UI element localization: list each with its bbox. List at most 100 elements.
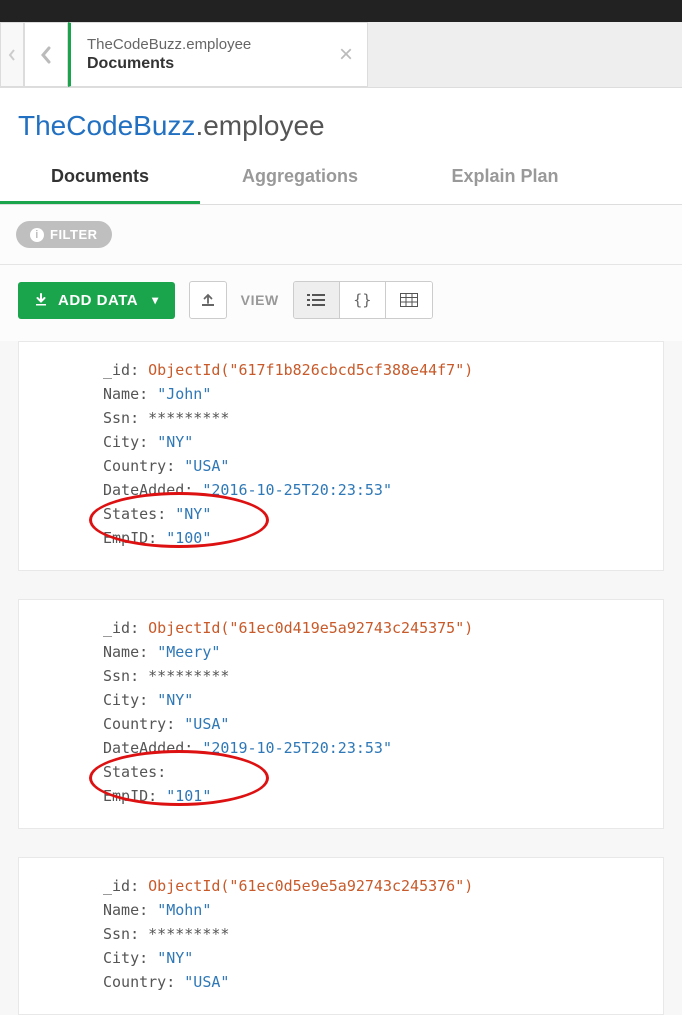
document-field: _id: ObjectId("617f1b826cbcd5cf388e44f7"… bbox=[103, 358, 645, 382]
colon: : bbox=[130, 361, 148, 379]
document-field: DateAdded: "2019-10-25T20:23:53" bbox=[103, 736, 645, 760]
document-field: Country: "USA" bbox=[103, 454, 645, 478]
list-icon bbox=[307, 293, 325, 307]
field-key: Name bbox=[103, 385, 139, 403]
field-key: _id bbox=[103, 619, 130, 637]
filter-pill[interactable]: i FILTER bbox=[16, 221, 112, 248]
field-value-masked: ********* bbox=[148, 409, 229, 427]
view-mode-group: {} bbox=[293, 281, 433, 319]
colon: : bbox=[130, 925, 148, 943]
colon: : bbox=[139, 949, 157, 967]
document-field: Ssn: ********* bbox=[103, 664, 645, 688]
namespace-header: TheCodeBuzz.employee bbox=[0, 88, 682, 152]
colon: : bbox=[130, 409, 148, 427]
field-value: "USA" bbox=[184, 715, 229, 733]
field-value: "John" bbox=[157, 385, 211, 403]
field-key: Country bbox=[103, 457, 166, 475]
field-value: "101" bbox=[166, 787, 211, 805]
colon: : bbox=[130, 619, 148, 637]
braces-icon: {} bbox=[353, 291, 371, 309]
field-value-masked: ********* bbox=[148, 925, 229, 943]
document-field: EmpID: "101" bbox=[103, 784, 645, 808]
document-field: Ssn: ********* bbox=[103, 406, 645, 430]
field-key: States bbox=[103, 763, 157, 781]
field-key: _id bbox=[103, 877, 130, 895]
download-icon bbox=[34, 293, 48, 307]
field-key: _id bbox=[103, 361, 130, 379]
field-key: EmpID bbox=[103, 787, 148, 805]
document-field: City: "NY" bbox=[103, 688, 645, 712]
field-value: "Mohn" bbox=[157, 901, 211, 919]
colon: : bbox=[139, 433, 157, 451]
field-key: Ssn bbox=[103, 409, 130, 427]
info-icon: i bbox=[30, 228, 44, 242]
document-field: _id: ObjectId("61ec0d419e5a92743c245375"… bbox=[103, 616, 645, 640]
export-icon bbox=[200, 292, 216, 308]
document-field: Name: "Meery" bbox=[103, 640, 645, 664]
tab-aggregations[interactable]: Aggregations bbox=[200, 152, 400, 204]
document-field: City: "NY" bbox=[103, 430, 645, 454]
field-value: "2016-10-25T20:23:53" bbox=[202, 481, 392, 499]
document-field: DateAdded: "2016-10-25T20:23:53" bbox=[103, 478, 645, 502]
colon: : bbox=[166, 973, 184, 991]
document-field: States: bbox=[103, 760, 645, 784]
document-field: Country: "USA" bbox=[103, 970, 645, 994]
colon: : bbox=[148, 529, 166, 547]
view-tabs: Documents Aggregations Explain Plan bbox=[0, 152, 682, 205]
export-button[interactable] bbox=[189, 281, 227, 319]
field-value: "2019-10-25T20:23:53" bbox=[202, 739, 392, 757]
nav-handle[interactable] bbox=[0, 22, 24, 87]
field-value: "NY" bbox=[157, 949, 193, 967]
colon: : bbox=[184, 739, 202, 757]
namespace-db: TheCodeBuzz bbox=[18, 110, 195, 141]
chevron-down-icon: ▾ bbox=[152, 293, 159, 307]
field-key: City bbox=[103, 691, 139, 709]
colon: : bbox=[139, 901, 157, 919]
colon: : bbox=[148, 787, 166, 805]
namespace-collection: .employee bbox=[195, 110, 324, 141]
view-label: VIEW bbox=[241, 292, 279, 308]
document-field: Name: "John" bbox=[103, 382, 645, 406]
field-key: Ssn bbox=[103, 667, 130, 685]
colon: : bbox=[139, 385, 157, 403]
close-icon[interactable]: × bbox=[339, 41, 353, 69]
tab-title: TheCodeBuzz.employee bbox=[87, 36, 251, 53]
document-card[interactable]: _id: ObjectId("617f1b826cbcd5cf388e44f7"… bbox=[18, 341, 664, 571]
add-data-label: ADD DATA bbox=[58, 292, 138, 309]
field-value: "NY" bbox=[175, 505, 211, 523]
document-field: _id: ObjectId("61ec0d5e9e5a92743c245376"… bbox=[103, 874, 645, 898]
view-json-button[interactable]: {} bbox=[340, 282, 386, 318]
field-key: Country bbox=[103, 715, 166, 733]
view-table-button[interactable] bbox=[386, 282, 432, 318]
back-button[interactable] bbox=[24, 22, 68, 87]
field-value: "USA" bbox=[184, 973, 229, 991]
field-key: Name bbox=[103, 901, 139, 919]
chevron-left-icon bbox=[39, 44, 53, 66]
tab-explain-plan[interactable]: Explain Plan bbox=[400, 152, 610, 204]
field-key: DateAdded bbox=[103, 481, 184, 499]
document-field: Name: "Mohn" bbox=[103, 898, 645, 922]
document-field: Country: "USA" bbox=[103, 712, 645, 736]
field-value: "Meery" bbox=[157, 643, 220, 661]
document-field: EmpID: "100" bbox=[103, 526, 645, 550]
chevron-left-small-icon bbox=[8, 48, 16, 62]
colon: : bbox=[130, 877, 148, 895]
tab-documents[interactable]: Documents bbox=[0, 152, 200, 204]
colon: : bbox=[166, 457, 184, 475]
document-card[interactable]: _id: ObjectId("61ec0d419e5a92743c245375"… bbox=[18, 599, 664, 829]
field-key: Name bbox=[103, 643, 139, 661]
colon: : bbox=[139, 643, 157, 661]
field-key: City bbox=[103, 433, 139, 451]
documents-list: _id: ObjectId("617f1b826cbcd5cf388e44f7"… bbox=[0, 341, 682, 1015]
view-list-button[interactable] bbox=[294, 282, 340, 318]
collection-tab[interactable]: TheCodeBuzz.employee Documents × bbox=[68, 22, 368, 87]
add-data-button[interactable]: ADD DATA ▾ bbox=[18, 282, 175, 319]
filter-label: FILTER bbox=[50, 227, 98, 242]
field-value: "NY" bbox=[157, 691, 193, 709]
colon: : bbox=[157, 505, 175, 523]
document-card[interactable]: _id: ObjectId("61ec0d5e9e5a92743c245376"… bbox=[18, 857, 664, 1015]
filter-bar[interactable]: i FILTER bbox=[0, 205, 682, 265]
field-value-objectid: ObjectId("61ec0d419e5a92743c245375") bbox=[148, 619, 473, 637]
field-key: States bbox=[103, 505, 157, 523]
field-value-objectid: ObjectId("617f1b826cbcd5cf388e44f7") bbox=[148, 361, 473, 379]
